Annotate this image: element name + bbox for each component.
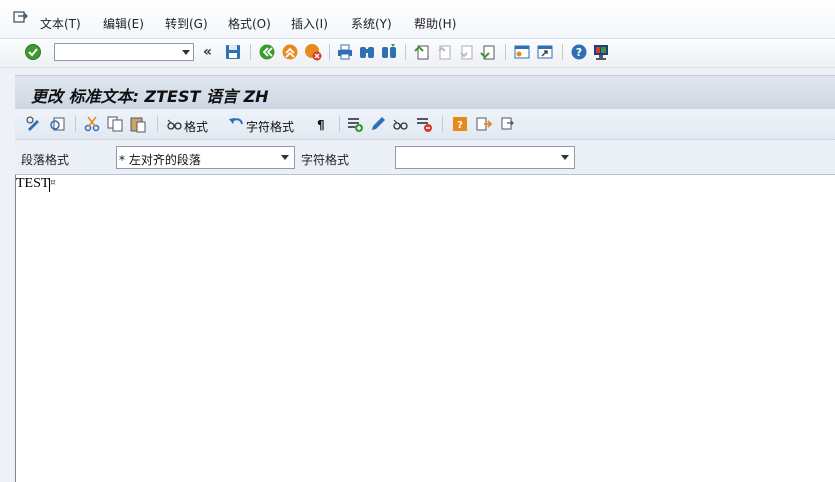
last-page-icon[interactable] bbox=[479, 43, 497, 61]
confirm-icon[interactable] bbox=[24, 43, 42, 61]
insert-line-icon[interactable] bbox=[346, 115, 364, 133]
toolbar-separator bbox=[339, 116, 340, 132]
command-dropdown-icon[interactable] bbox=[182, 50, 190, 55]
paragraph-format-value: * 左对齐的段落 bbox=[119, 153, 201, 167]
char-format-label: 字符格式 bbox=[301, 153, 350, 167]
title-bar: 更改 标准文本: ZTEST 语言 ZH bbox=[15, 75, 835, 110]
collapse-icon[interactable]: « bbox=[203, 44, 221, 62]
display-change-icon[interactable] bbox=[48, 115, 66, 133]
end-of-text-mark: ¤ bbox=[50, 178, 56, 188]
standard-toolbar: « ? bbox=[0, 39, 835, 68]
help-icon[interactable]: ? bbox=[570, 43, 588, 61]
glasses-icon[interactable] bbox=[392, 115, 410, 133]
toolbar-separator bbox=[562, 44, 563, 60]
text-editor[interactable]: TEST ¤ bbox=[15, 175, 835, 482]
cut-icon[interactable] bbox=[83, 115, 101, 133]
paste-icon[interactable] bbox=[129, 115, 147, 133]
back-icon[interactable] bbox=[258, 43, 276, 61]
format-row: 段落格式 * 左对齐的段落 字符格式 bbox=[15, 140, 835, 175]
command-field[interactable] bbox=[54, 43, 194, 61]
toolbar-separator bbox=[505, 44, 506, 60]
paragraph-format-select[interactable]: * 左对齐的段落 bbox=[116, 146, 295, 169]
format-button[interactable]: 格式 bbox=[184, 118, 208, 135]
toolbar-separator bbox=[250, 44, 251, 60]
move-icon[interactable] bbox=[475, 115, 493, 133]
find-next-icon[interactable] bbox=[380, 43, 398, 61]
menu-system[interactable]: 系统(Y) bbox=[351, 15, 392, 32]
find-icon[interactable] bbox=[358, 43, 376, 61]
paragraph-format-label: 段落格式 bbox=[21, 153, 70, 167]
copy-icon[interactable] bbox=[106, 115, 124, 133]
print-icon[interactable] bbox=[336, 43, 354, 61]
toolbar-separator bbox=[157, 116, 158, 132]
menu-help[interactable]: 帮助(H) bbox=[414, 15, 456, 32]
save-icon[interactable] bbox=[224, 43, 242, 61]
chevron-down-icon[interactable] bbox=[561, 155, 569, 160]
paragraph-mark-button[interactable]: ¶ bbox=[317, 118, 325, 132]
toolbar-separator bbox=[75, 116, 76, 132]
toolbar-separator bbox=[405, 44, 406, 60]
toolbar-separator bbox=[442, 116, 443, 132]
pencil-icon[interactable] bbox=[369, 115, 387, 133]
customize-layout-icon[interactable] bbox=[592, 43, 610, 61]
application-toolbar: 格式 字符格式 ¶ ? bbox=[15, 109, 835, 140]
delete-line-icon[interactable] bbox=[415, 115, 433, 133]
create-session-icon[interactable] bbox=[513, 43, 531, 61]
editor-text[interactable]: TEST bbox=[16, 176, 49, 192]
edit-glasses-icon[interactable] bbox=[25, 115, 43, 133]
menu-text[interactable]: 文本(T) bbox=[40, 15, 81, 32]
next-page-icon[interactable] bbox=[457, 43, 475, 61]
help-text-icon[interactable]: ? bbox=[451, 115, 469, 133]
page-title: 更改 标准文本: ZTEST 语言 ZH bbox=[31, 87, 269, 106]
previous-page-icon[interactable] bbox=[435, 43, 453, 61]
cancel-icon[interactable] bbox=[304, 43, 322, 61]
first-page-icon[interactable] bbox=[413, 43, 431, 61]
menu-insert[interactable]: 插入(I) bbox=[291, 15, 328, 32]
char-format-select[interactable] bbox=[395, 146, 575, 169]
copy-block-icon[interactable] bbox=[499, 115, 517, 133]
undo-icon[interactable] bbox=[227, 115, 245, 133]
chevron-down-icon[interactable] bbox=[281, 155, 289, 160]
menu-bar: 文本(T) 编辑(E) 转到(G) 格式(O) 插入(I) 系统(Y) 帮助(H… bbox=[0, 0, 835, 39]
toolbar-separator bbox=[329, 44, 330, 60]
format-glasses-icon[interactable] bbox=[166, 115, 184, 133]
menu-edit[interactable]: 编辑(E) bbox=[103, 15, 144, 32]
svg-text:?: ? bbox=[576, 46, 582, 59]
char-format-button[interactable]: 字符格式 bbox=[246, 118, 294, 135]
shortcut-icon[interactable] bbox=[536, 43, 554, 61]
menu-goto[interactable]: 转到(G) bbox=[165, 15, 208, 32]
exit-icon[interactable] bbox=[281, 43, 299, 61]
command-input[interactable] bbox=[57, 45, 177, 59]
menu-format[interactable]: 格式(O) bbox=[228, 15, 271, 32]
svg-text:?: ? bbox=[457, 120, 463, 131]
menu-window-icon[interactable] bbox=[13, 11, 29, 25]
